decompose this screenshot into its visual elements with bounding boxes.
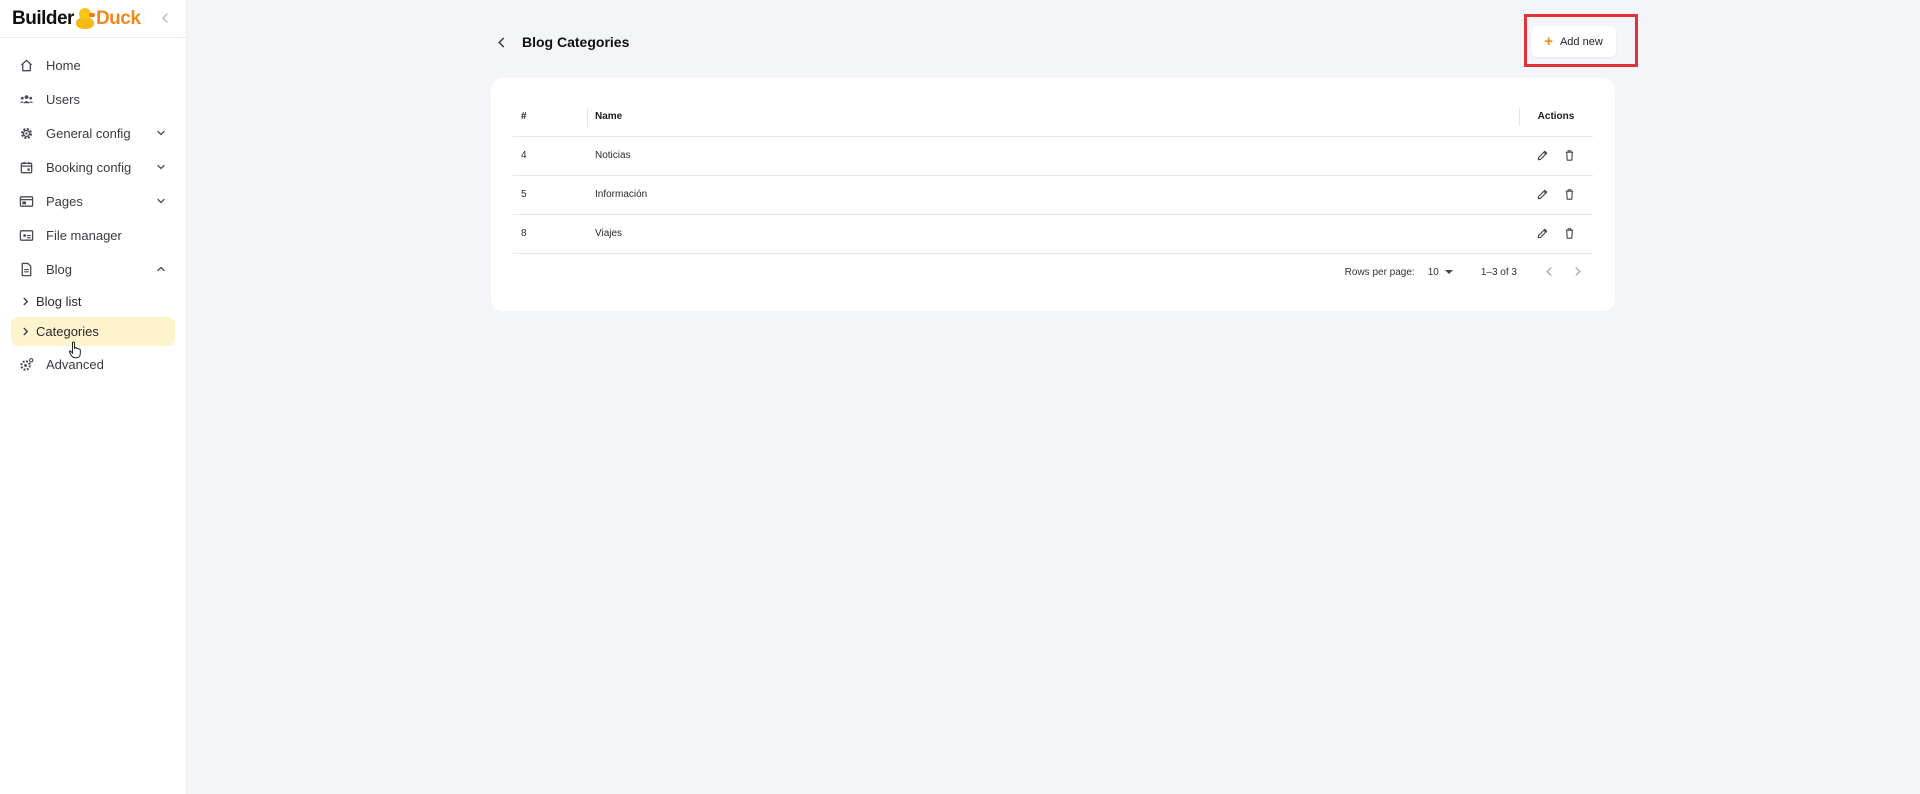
logo-row: Builder Duck — [0, 0, 186, 38]
sidebar-subitem-categories[interactable]: Categories — [11, 317, 175, 346]
previous-page-icon[interactable] — [1543, 265, 1557, 279]
chevron-down-icon[interactable] — [155, 161, 167, 173]
rows-per-page-select[interactable]: 10 — [1428, 267, 1453, 278]
sidebar-item-label: Users — [46, 91, 80, 107]
row-name: Noticias — [587, 136, 1519, 176]
chevron-right-icon — [21, 327, 30, 336]
row-id: 5 — [513, 175, 587, 215]
sidebar-subitem-blog-list[interactable]: Blog list — [11, 287, 175, 316]
chevron-up-icon[interactable] — [155, 263, 167, 275]
gear-icon — [19, 126, 34, 141]
sidebar-subitem-label: Categories — [36, 324, 99, 339]
highlight-box — [1524, 14, 1638, 67]
edit-icon[interactable] — [1536, 227, 1549, 240]
row-id: 4 — [513, 136, 587, 176]
sidebar-item-label: Booking config — [46, 159, 132, 175]
folder-icon — [19, 228, 34, 243]
row-actions — [1519, 214, 1593, 254]
brand-logo[interactable]: Builder Duck — [12, 7, 141, 30]
sidebar-item-label: General config — [46, 125, 131, 141]
sidebar-item-blog[interactable]: Blog — [0, 252, 186, 286]
page-title: Blog Categories — [522, 34, 630, 50]
table-row[interactable]: 5 Información — [513, 175, 1593, 215]
chevron-down-icon[interactable] — [155, 195, 167, 207]
column-header-name[interactable]: Name — [587, 98, 1519, 137]
sidebar-item-label: Pages — [46, 193, 83, 209]
pagination-range: 1–3 of 3 — [1480, 266, 1517, 278]
chevron-down-icon[interactable] — [155, 127, 167, 139]
next-page-icon[interactable] — [1571, 265, 1585, 279]
table-row[interactable]: 8 Viajes — [513, 214, 1593, 254]
duck-icon — [75, 7, 95, 30]
pages-icon — [19, 194, 34, 209]
sidebar-item-home[interactable]: Home — [0, 48, 186, 82]
collapse-sidebar-icon[interactable] — [158, 11, 172, 25]
brand-part1: Builder — [12, 7, 74, 29]
sidebar-nav: Home Users General config Booking config — [0, 38, 186, 381]
delete-icon[interactable] — [1563, 227, 1576, 240]
sidebar-item-users[interactable]: Users — [0, 82, 186, 116]
users-icon — [19, 92, 34, 107]
rows-per-page-value: 10 — [1427, 266, 1439, 278]
edit-icon[interactable] — [1536, 149, 1549, 162]
sidebar-item-general-config[interactable]: General config — [0, 116, 186, 150]
categories-card: # Name Actions 4 Noticias 5 Información — [491, 78, 1615, 311]
page-header: Blog Categories — [490, 26, 629, 58]
caret-down-icon — [1444, 270, 1453, 274]
advanced-gear-icon — [19, 357, 34, 372]
back-arrow-icon[interactable] — [490, 31, 512, 53]
sidebar-item-booking-config[interactable]: Booking config — [0, 150, 186, 184]
sidebar-subitem-label: Blog list — [36, 294, 82, 309]
home-icon — [19, 58, 34, 73]
delete-icon[interactable] — [1563, 149, 1576, 162]
row-name: Información — [587, 175, 1519, 215]
chevron-right-icon — [21, 297, 30, 306]
categories-table: # Name Actions 4 Noticias 5 Información — [513, 98, 1593, 254]
row-actions — [1519, 136, 1593, 176]
rows-per-page-label: Rows per page: — [1344, 266, 1415, 278]
pagination: Rows per page: 10 1–3 of 3 — [1345, 265, 1585, 279]
sidebar: Builder Duck Home Users General config B… — [0, 0, 187, 794]
hand-cursor-icon — [68, 341, 82, 359]
column-header-actions: Actions — [1519, 98, 1593, 137]
delete-icon[interactable] — [1563, 188, 1576, 201]
row-id: 8 — [513, 214, 587, 254]
column-header-number[interactable]: # — [513, 98, 587, 137]
table-row[interactable]: 4 Noticias — [513, 136, 1593, 176]
sidebar-item-pages[interactable]: Pages — [0, 184, 186, 218]
sidebar-item-label: File manager — [46, 227, 122, 243]
row-name: Viajes — [587, 214, 1519, 254]
edit-icon[interactable] — [1536, 188, 1549, 201]
sidebar-item-file-manager[interactable]: File manager — [0, 218, 186, 252]
table-header-row: # Name Actions — [513, 98, 1593, 137]
calendar-icon — [19, 160, 34, 175]
sidebar-item-advanced[interactable]: Advanced — [0, 347, 186, 381]
brand-part2: Duck — [95, 7, 141, 29]
sidebar-item-label: Blog — [46, 261, 73, 277]
sidebar-item-label: Home — [46, 57, 81, 73]
document-icon — [19, 262, 34, 277]
row-actions — [1519, 175, 1593, 215]
